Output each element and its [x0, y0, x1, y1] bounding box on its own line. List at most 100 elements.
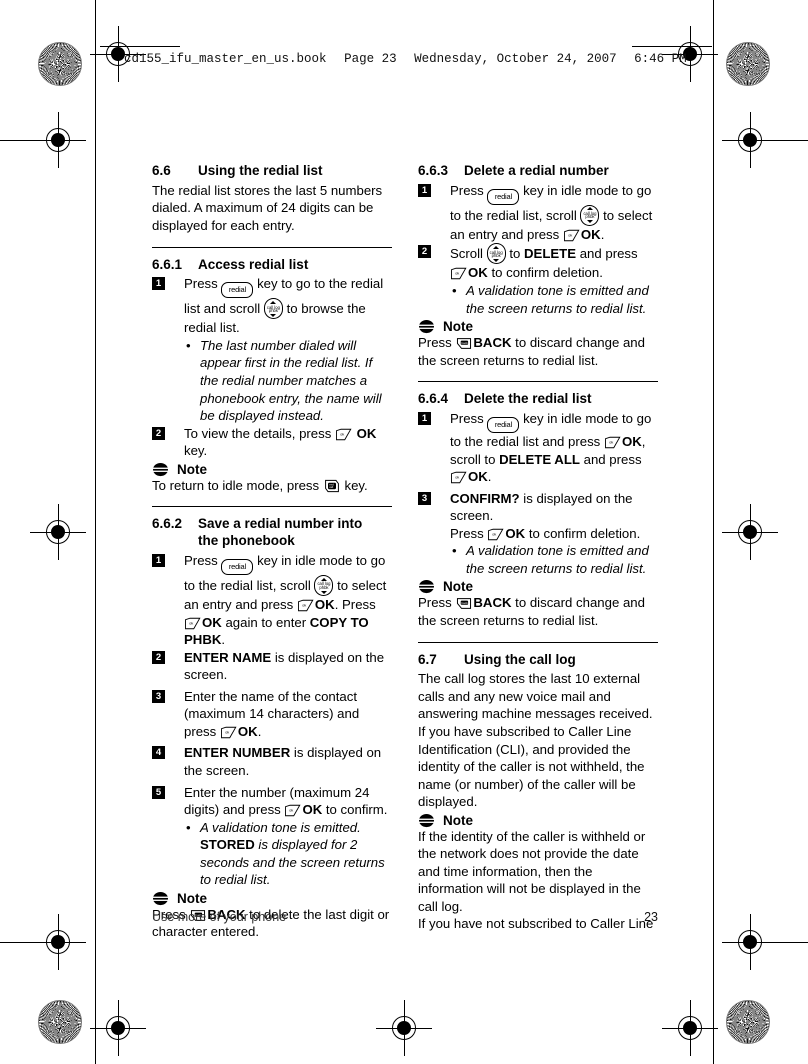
step-text-a: Press	[184, 553, 218, 569]
svg-text:call: call	[329, 485, 333, 489]
note-icon	[152, 891, 169, 905]
redial-key-icon: redial	[487, 417, 520, 434]
ok-key-icon: ok	[451, 471, 467, 484]
heading-6-6-2-number: 6.6.2	[152, 516, 183, 532]
heading-6-7-number: 6.7	[418, 651, 437, 667]
step-bold-ok: OK	[302, 802, 323, 818]
step-bullets: The last number dialed will appear first…	[184, 337, 392, 425]
bullet-item: A validation tone is emitted and the scr…	[450, 282, 658, 317]
step-item: 1 Press redial key in idle mode to go to…	[418, 410, 658, 486]
step-item: 5 Enter the number (maximum 24 digits) a…	[152, 784, 392, 889]
heading-6-6-2-title-line1: Save a redial number into	[198, 516, 363, 532]
section-6-6-intro: The redial list stores the last 5 number…	[152, 182, 383, 233]
ok-key-icon: ok	[285, 804, 301, 817]
note-label: Note	[443, 319, 473, 335]
note-heading: Note	[418, 319, 658, 334]
note-heading: Note	[152, 891, 392, 906]
bullet-item: A validation tone is emitted. STORED is …	[184, 819, 392, 889]
step-item: 2 ENTER NAME is displayed on the screen.	[152, 649, 392, 684]
step-item: 1 Press redial key to go to the redial l…	[152, 275, 392, 424]
steps-6-6-1: 1 Press redial key to go to the redial l…	[152, 275, 392, 459]
step-item: 3 CONFIRM? is displayed on the screen. P…	[418, 490, 658, 578]
scroll-key-icon: call log phbk	[580, 204, 600, 226]
note-text-6-7-para1: If the identity of the caller is withhel…	[418, 828, 646, 914]
step-bold-ok: OK	[468, 265, 488, 281]
step-bold: ENTER NAME	[184, 649, 272, 665]
step-text-c: key.	[184, 443, 208, 459]
step-text-b: to	[509, 246, 521, 262]
step-bold-ok1: OK	[314, 597, 335, 613]
step-text-e: .	[487, 469, 492, 485]
redial-key-icon: redial	[221, 559, 254, 576]
step-item: 1 Press redial key in idle mode to go to…	[418, 182, 658, 244]
heading-6-6-2-title: Save a redial number into the phonebook	[198, 516, 392, 550]
note-icon	[418, 320, 435, 334]
step-number: 2	[418, 245, 431, 259]
step-number: 2	[152, 426, 165, 440]
note-text-a: To return to idle mode, press	[152, 477, 320, 493]
heading-6-6: 6.6 Using the redial list	[152, 163, 392, 180]
step-number: 5	[152, 785, 165, 799]
page-footer: Use more of your phone 23	[152, 910, 658, 924]
step-text-e: again to enter	[225, 614, 307, 630]
heading-6-6-4-title: Delete the redial list	[464, 391, 592, 407]
redial-key-icon: redial	[487, 188, 520, 205]
note-label: Note	[177, 461, 207, 477]
svg-text:ok: ok	[290, 808, 294, 812]
heading-6-6-4: 6.6.4 Delete the redial list	[418, 391, 658, 408]
svg-text:ok: ok	[609, 440, 613, 444]
step-text-c: and press	[579, 246, 638, 262]
step-number: 1	[418, 412, 431, 426]
note-label: Note	[177, 890, 207, 906]
step-number: 4	[152, 746, 165, 760]
step-text-a: Scroll	[450, 246, 483, 262]
step-text-f: .	[221, 632, 226, 648]
step-bold-confirm: CONFIRM?	[450, 490, 520, 506]
steps-6-6-2: 1 Press redial key in idle mode to go to…	[152, 552, 392, 889]
ok-key-icon: ok	[336, 428, 352, 440]
step-number: 1	[152, 277, 165, 291]
note-text-6-6-1: To return to idle mode, press end call k…	[152, 477, 392, 495]
step-text-a: Press	[450, 411, 484, 427]
step-bold: OK	[356, 425, 377, 441]
note-text-c: to discard change and the screen returns…	[418, 595, 645, 628]
note-text-a: Press	[418, 335, 452, 351]
step-bullets: A validation tone is emitted. STORED is …	[184, 819, 392, 889]
end-call-key-icon: end call	[324, 479, 339, 492]
step-text-b: Press	[450, 525, 484, 541]
note-heading: Note	[418, 579, 658, 594]
step-text-a: To view the details, press	[184, 425, 332, 441]
step-bold: ENTER NUMBER	[184, 745, 291, 761]
step-text-c: to confirm deletion.	[528, 525, 641, 541]
footer-page-number: 23	[644, 910, 658, 924]
note-bold-back: BACK	[473, 335, 512, 351]
step-item: 4 ENTER NUMBER is displayed on the scree…	[152, 744, 392, 779]
step-item: 2 Scroll call log phbk to DELETE and pres…	[418, 243, 658, 317]
note-text-6-6-3: Press back BACK to discard change and th…	[418, 334, 658, 369]
svg-text:ok: ok	[568, 233, 572, 237]
step-number: 1	[152, 554, 165, 568]
divider-before-6-6-2	[152, 506, 392, 508]
scroll-key-icon: call log phbk	[486, 243, 506, 265]
steps-6-6-4: 1 Press redial key in idle mode to go to…	[418, 410, 658, 577]
ok-key-icon: ok	[451, 268, 467, 280]
back-key-icon: back	[457, 338, 472, 349]
note-icon	[152, 462, 169, 476]
step-text-c: to confirm.	[325, 802, 388, 818]
heading-6-6-3-number: 6.6.3	[418, 163, 449, 178]
svg-text:ok: ok	[455, 475, 459, 479]
step-bold-ok: OK	[237, 723, 258, 739]
step-item: 2 To view the details, press ok OK key.	[152, 425, 392, 460]
note-text-a: Press	[418, 595, 452, 611]
step-text-a: Press	[450, 182, 484, 198]
step-text-d: and press	[583, 451, 642, 467]
manual-page: 6.6 Using the redial list The redial lis…	[0, 0, 808, 1064]
step-number: 3	[152, 689, 165, 703]
step-text-d: .	[600, 226, 605, 242]
heading-6-6-2-title-line2: the phonebook	[198, 533, 295, 549]
bullet-bold-stored: STORED	[200, 837, 255, 853]
step-number: 2	[152, 650, 165, 664]
step-bold-ok: OK	[580, 226, 601, 242]
ok-key-icon: ok	[605, 436, 621, 449]
svg-text:ok: ok	[455, 272, 459, 276]
